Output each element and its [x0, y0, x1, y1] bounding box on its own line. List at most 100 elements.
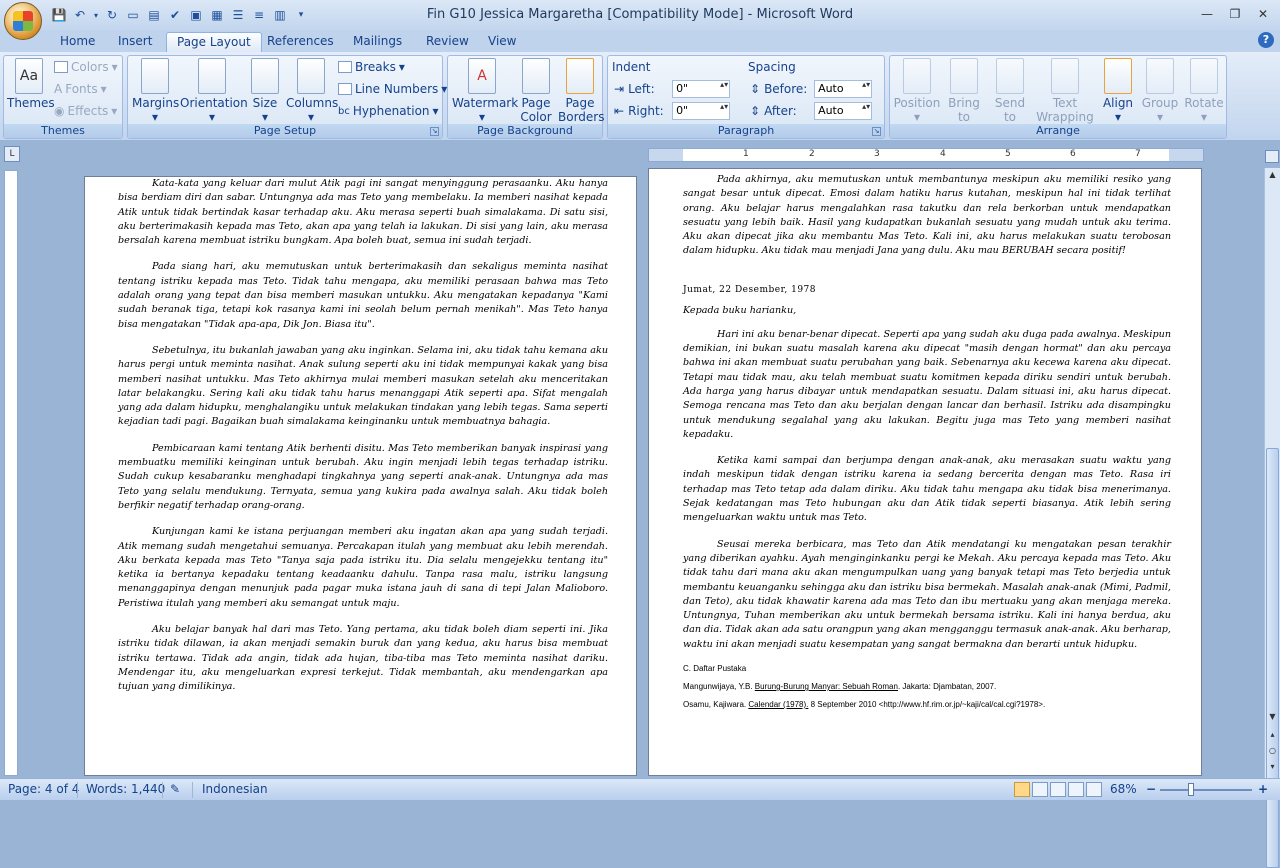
tab-page-layout[interactable]: Page Layout [166, 32, 262, 52]
colors-button[interactable]: Colors ▾ [54, 58, 118, 76]
tab-mailings[interactable]: Mailings [343, 32, 412, 52]
close-button[interactable]: ✕ [1250, 4, 1276, 24]
indent-right-icon: ⇤ [614, 104, 625, 118]
separator [77, 782, 78, 798]
scroll-down-icon[interactable]: ▼ [1266, 710, 1279, 723]
zoom-slider-thumb[interactable] [1188, 783, 1194, 796]
tab-home[interactable]: Home [50, 32, 105, 52]
separator [162, 782, 163, 798]
proofing-icon[interactable]: ✎ [170, 782, 180, 796]
zoom-out-icon[interactable]: − [1146, 782, 1156, 796]
page-count[interactable]: Page: 4 of 4 [8, 782, 79, 796]
group-label: Themes [4, 124, 122, 138]
paragraph: Aku belajar banyak hal dari mas Teto. Ya… [118, 624, 608, 693]
spacing-after-row: ⇕ After: Auto [750, 102, 873, 120]
select-browse-object-icon[interactable]: ○ [1266, 744, 1279, 757]
effects-icon: ◉ [54, 104, 65, 118]
scroll-up-icon[interactable]: ▲ [1266, 168, 1279, 181]
previous-page-icon[interactable]: ▴ [1266, 728, 1279, 741]
office-button[interactable] [4, 2, 42, 40]
scrollbar-thumb[interactable] [1266, 448, 1279, 868]
hyphenation-button[interactable]: bc Hyphenation ▾ [338, 102, 439, 120]
fonts-icon: A [54, 82, 63, 96]
effects-button[interactable]: ◉ Effects ▾ [54, 102, 117, 120]
ribbon: Aa Themes Colors ▾ A Fonts ▾ ◉ Effects ▾ T… [0, 52, 1280, 140]
group-label: Paragraph [608, 124, 884, 138]
group-arrange: Position▾ Bring to Front ▾ Send to Back … [889, 55, 1227, 139]
page-setup-launcher-icon[interactable]: ↘ [430, 127, 439, 136]
restore-button[interactable]: ❐ [1222, 4, 1248, 24]
next-page-icon[interactable]: ▾ [1266, 760, 1279, 773]
language-indicator[interactable]: Indonesian [202, 782, 268, 796]
fonts-button[interactable]: A Fonts ▾ [54, 80, 107, 98]
web-layout-view-icon[interactable] [1050, 782, 1066, 797]
ruler-number: 4 [940, 149, 946, 159]
vertical-ruler[interactable] [4, 170, 18, 776]
document-page-left[interactable]: Kata-kata yang keluar dari mulut Atik pa… [84, 176, 637, 776]
line-numbers-icon [338, 83, 352, 95]
tab-selector-icon[interactable]: L [4, 146, 20, 162]
columns-button[interactable]: Columns ▾ [286, 58, 338, 124]
office-logo-icon [13, 11, 33, 31]
paragraph: Kata-kata yang keluar dari mulut Atik pa… [118, 178, 608, 247]
position-icon [903, 58, 931, 94]
watermark-button[interactable]: A Watermark ▾ [452, 58, 518, 124]
outline-view-icon[interactable] [1068, 782, 1084, 797]
margins-icon [141, 58, 169, 94]
spacing-before-input[interactable]: Auto [814, 80, 873, 98]
full-screen-reading-view-icon[interactable] [1032, 782, 1048, 797]
zoom-in-icon[interactable]: + [1258, 782, 1268, 796]
bring-to-front-icon [950, 58, 978, 94]
rotate-button[interactable]: Rotate ▾ [1182, 58, 1226, 124]
paragraph-launcher-icon[interactable]: ↘ [872, 127, 881, 136]
help-icon[interactable]: ? [1258, 32, 1274, 48]
tab-review[interactable]: Review [416, 32, 479, 52]
paragraph: Sebetulnya, itu bukanlah jawaban yang ak… [118, 344, 608, 428]
document-page-right[interactable]: Pada akhirnya, aku memutuskan untuk memb… [648, 168, 1202, 776]
left-page-text: Kata-kata yang keluar dari mulut Atik pa… [118, 177, 608, 707]
view-ruler-icon[interactable] [1265, 150, 1279, 163]
send-to-back-icon [996, 58, 1024, 94]
tab-view[interactable]: View [478, 32, 526, 52]
status-bar: Page: 4 of 4 Words: 1,440 ✎ Indonesian 6… [0, 778, 1280, 800]
group-page-setup: Margins ▾ Orientation ▾ Size ▾ Columns ▾ Bre… [127, 55, 447, 139]
themes-button[interactable]: Aa Themes [7, 58, 55, 110]
horizontal-ruler[interactable]: 1 2 3 4 5 6 7 [648, 148, 1204, 162]
group-button[interactable]: Group ▾ [1140, 58, 1180, 124]
position-button[interactable]: Position ▾ [892, 58, 942, 124]
ruler-number: 1 [743, 149, 749, 159]
spacing-label: Spacing [748, 60, 796, 74]
salutation: Kepada buku harianku, [683, 304, 797, 316]
group-themes: Aa Themes Colors ▾ A Fonts ▾ ◉ Effects ▾ T… [3, 55, 123, 139]
rotate-icon [1190, 58, 1218, 94]
page-color-icon [522, 58, 550, 94]
vertical-scrollbar[interactable]: ▲ ▼ ▴ ○ ▾ [1264, 168, 1280, 868]
indent-left-input[interactable]: 0" [672, 80, 731, 98]
indent-right-input[interactable]: 0" [672, 102, 731, 120]
margins-button[interactable]: Margins ▾ [132, 58, 179, 124]
right-page-text: Pada akhirnya, aku memutuskan untuk memb… [683, 173, 1171, 718]
ruler-number: 2 [809, 149, 815, 159]
ruler-margin-left [649, 149, 683, 161]
zoom-level[interactable]: 68% [1110, 782, 1137, 796]
breaks-button[interactable]: Breaks ▾ [338, 58, 405, 76]
breaks-icon [338, 61, 352, 73]
word-count[interactable]: Words: 1,440 [86, 782, 165, 796]
align-button[interactable]: Align ▾ [1098, 58, 1138, 124]
orientation-button[interactable]: Orientation ▾ [180, 58, 248, 124]
size-button[interactable]: Size ▾ [248, 58, 282, 124]
line-numbers-button[interactable]: Line Numbers ▾ [338, 80, 447, 98]
themes-icon: Aa [15, 58, 43, 94]
minimize-button[interactable]: — [1194, 4, 1220, 24]
page-borders-button[interactable]: Page Borders [558, 58, 604, 124]
colors-icon [54, 61, 68, 73]
ruler-number: 6 [1070, 149, 1076, 159]
spacing-after-input[interactable]: Auto [814, 102, 873, 120]
tab-insert[interactable]: Insert [108, 32, 162, 52]
window-controls: — ❐ ✕ [1194, 4, 1276, 24]
print-layout-view-icon[interactable] [1014, 782, 1030, 797]
zoom-slider[interactable] [1160, 789, 1252, 791]
tab-references[interactable]: References [257, 32, 344, 52]
draft-view-icon[interactable] [1086, 782, 1102, 797]
group-page-background: AWatermark▾ Page Color ▾ Page Borders Pa… [447, 55, 604, 139]
